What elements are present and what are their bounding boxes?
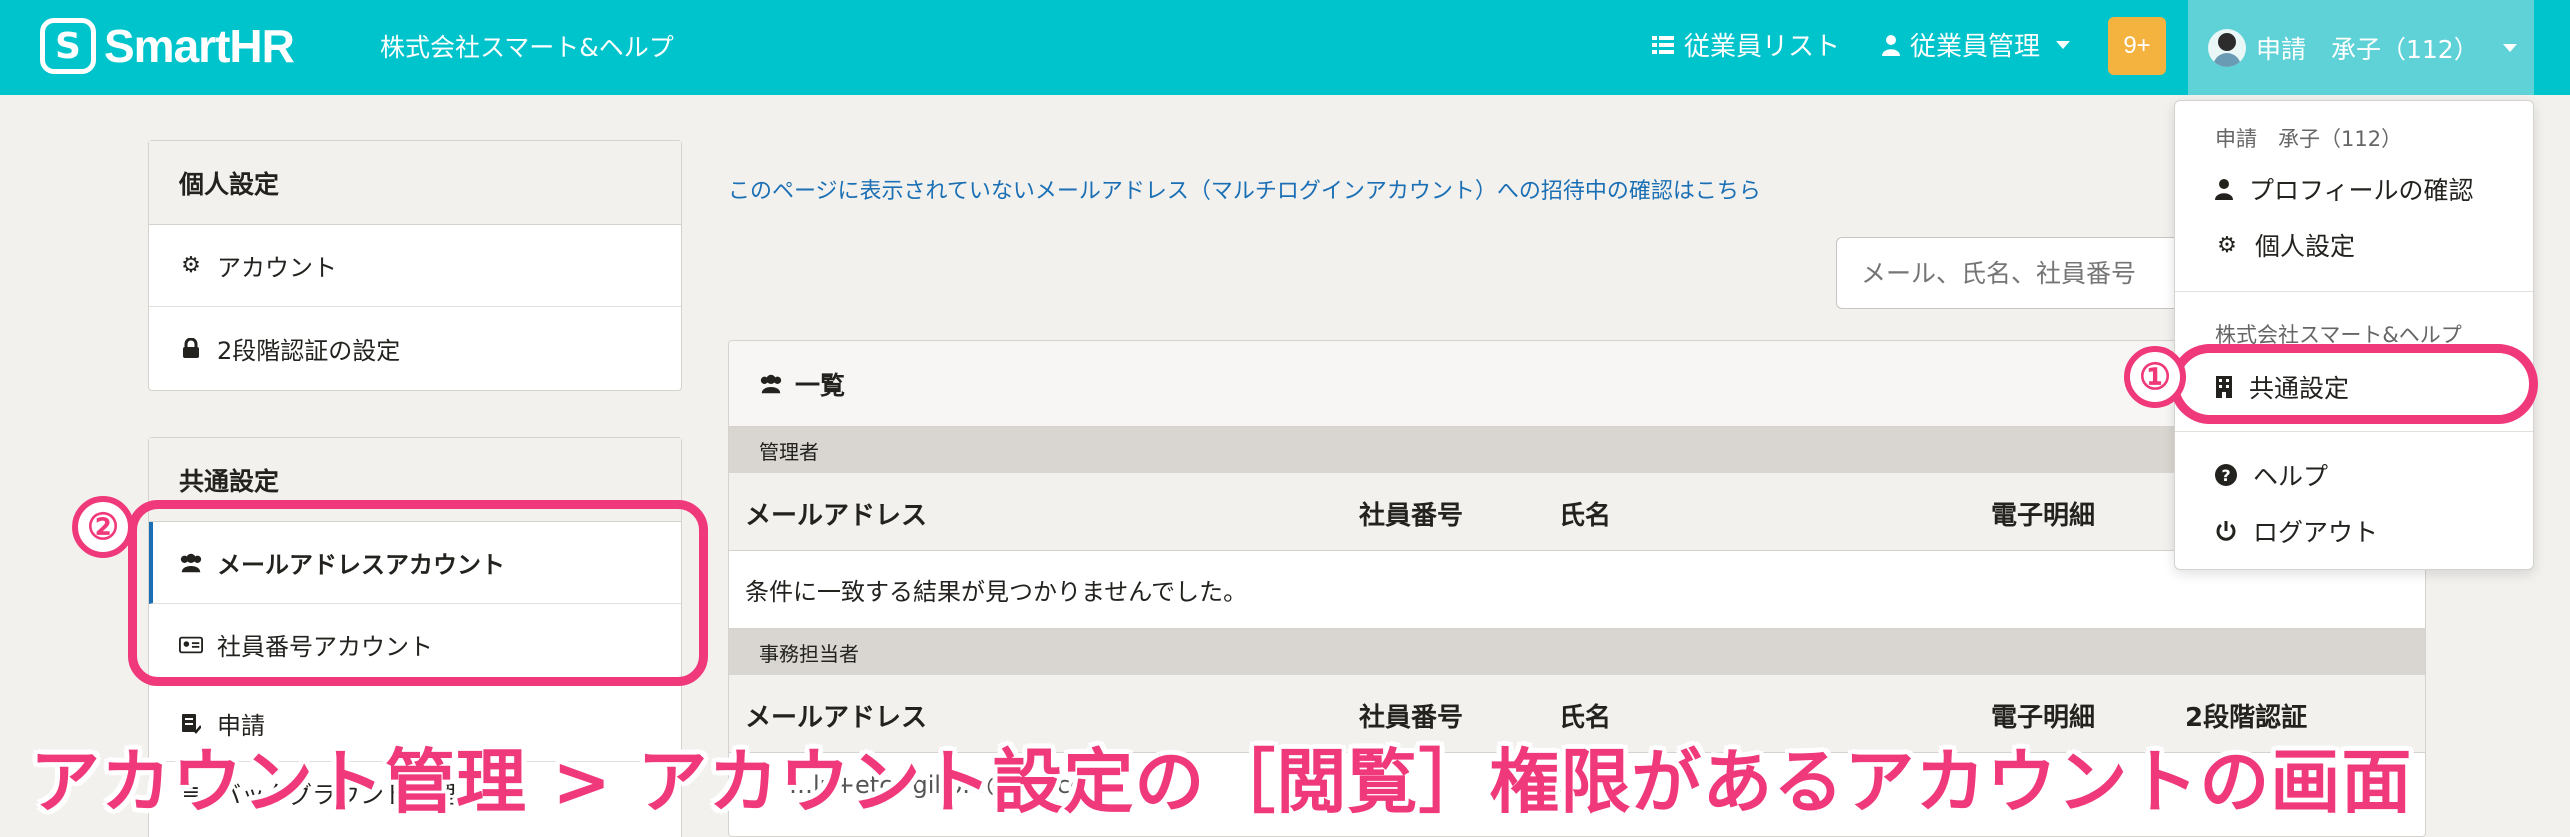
menu-item-logout[interactable]: ログアウト [2215, 513, 2378, 549]
personal-settings-panel: 個人設定 ⚙ アカウント 2段階認証の設定 [148, 140, 682, 391]
list-icon [1652, 35, 1674, 54]
menu-item-help[interactable]: ? ヘルプ [2215, 457, 2328, 493]
empty-message: 条件に一致する結果が見つかりませんでした。 [729, 551, 2425, 629]
chevron-down-icon [2502, 43, 2517, 52]
sidebar-item-label: 2段階認証の設定 [217, 336, 401, 365]
dropdown-user-label: 申請 承子（112） [2215, 127, 2403, 151]
gear-icon: ⚙ [181, 253, 201, 278]
menu-divider [2175, 291, 2533, 292]
question-circle-icon: ? [2215, 464, 2237, 486]
smarthr-logo[interactable]: S SmartHR [40, 17, 295, 75]
menu-divider [2175, 431, 2533, 432]
user-icon [1882, 34, 1900, 56]
column-name[interactable]: 氏名 [1559, 495, 1611, 532]
chevron-down-icon [2056, 40, 2071, 49]
nav-employee-list-label: 従業員リスト [1684, 32, 1841, 62]
menu-item-label: ログアウト [2253, 518, 2379, 547]
company-name: 株式会社スマート&ヘルプ [380, 33, 674, 62]
power-icon [2216, 521, 2236, 541]
pending-invitations-link[interactable]: このページに表示されていないメールアドレス（マルチログインアカウント）への招待中… [728, 173, 1761, 205]
menu-item-label: 個人設定 [2255, 232, 2356, 261]
nav-employee-management[interactable]: 従業員管理 [1882, 26, 2071, 63]
annotation-caption: アカウント管理 > アカウント設定の［閲覧］権限があるアカウントの画面 [30, 741, 2413, 823]
logo-mark-icon: S [40, 18, 96, 74]
personal-settings-title: 個人設定 [149, 141, 681, 225]
sidebar-item-account[interactable]: ⚙ アカウント [149, 225, 681, 307]
table-header-admins: メールアドレス 社員番号 氏名 電子明細 [729, 473, 2425, 551]
column-email[interactable]: メールアドレス [745, 495, 927, 532]
group-header-clerks: 事務担当者 [729, 629, 2425, 675]
menu-item-label: ヘルプ [2253, 462, 2329, 491]
logo-text: SmartHR [104, 20, 295, 72]
group-header-admins: 管理者 [729, 427, 2425, 473]
nav-employee-management-label: 従業員管理 [1910, 32, 2041, 62]
gear-icon: ⚙ [2217, 232, 2237, 258]
list-title-text: 一覧 [795, 370, 846, 400]
user-menu-toggle[interactable]: 申請 承子（112） [2188, 0, 2534, 95]
avatar [2208, 28, 2246, 67]
column-e-payslip[interactable]: 電子明細 [1991, 495, 2095, 532]
lock-icon [179, 336, 203, 360]
user-icon [2215, 179, 2233, 200]
user-name: 申請 承子（112） [2256, 34, 2479, 64]
users-icon [759, 372, 783, 396]
sidebar-item-label: アカウント [217, 254, 337, 282]
search-input[interactable] [1836, 237, 2196, 309]
highlight-account-types [128, 500, 708, 686]
sidebar-item-two-factor[interactable]: 2段階認証の設定 [149, 307, 681, 389]
menu-item-label: プロフィールの確認 [2249, 176, 2474, 205]
menu-item-personal-settings[interactable]: ⚙ 個人設定 [2215, 227, 2355, 263]
highlight-common-settings [2170, 344, 2538, 424]
step-badge-2: ② [72, 496, 134, 558]
nav-employee-list[interactable]: 従業員リスト [1652, 26, 1840, 63]
top-navigation-bar: S SmartHR 株式会社スマート&ヘルプ 従業員リスト 従業員管理 9+ 申… [0, 0, 2570, 95]
step-badge-1: ① [2124, 346, 2186, 408]
user-dropdown-menu: 申請 承子（112） プロフィールの確認 ⚙ 個人設定 株式会社スマート&ヘルプ… [2174, 100, 2534, 570]
notification-badge[interactable]: 9+ [2108, 17, 2166, 75]
column-employee-number[interactable]: 社員番号 [1359, 495, 1463, 532]
menu-item-profile[interactable]: プロフィールの確認 [2215, 171, 2474, 207]
